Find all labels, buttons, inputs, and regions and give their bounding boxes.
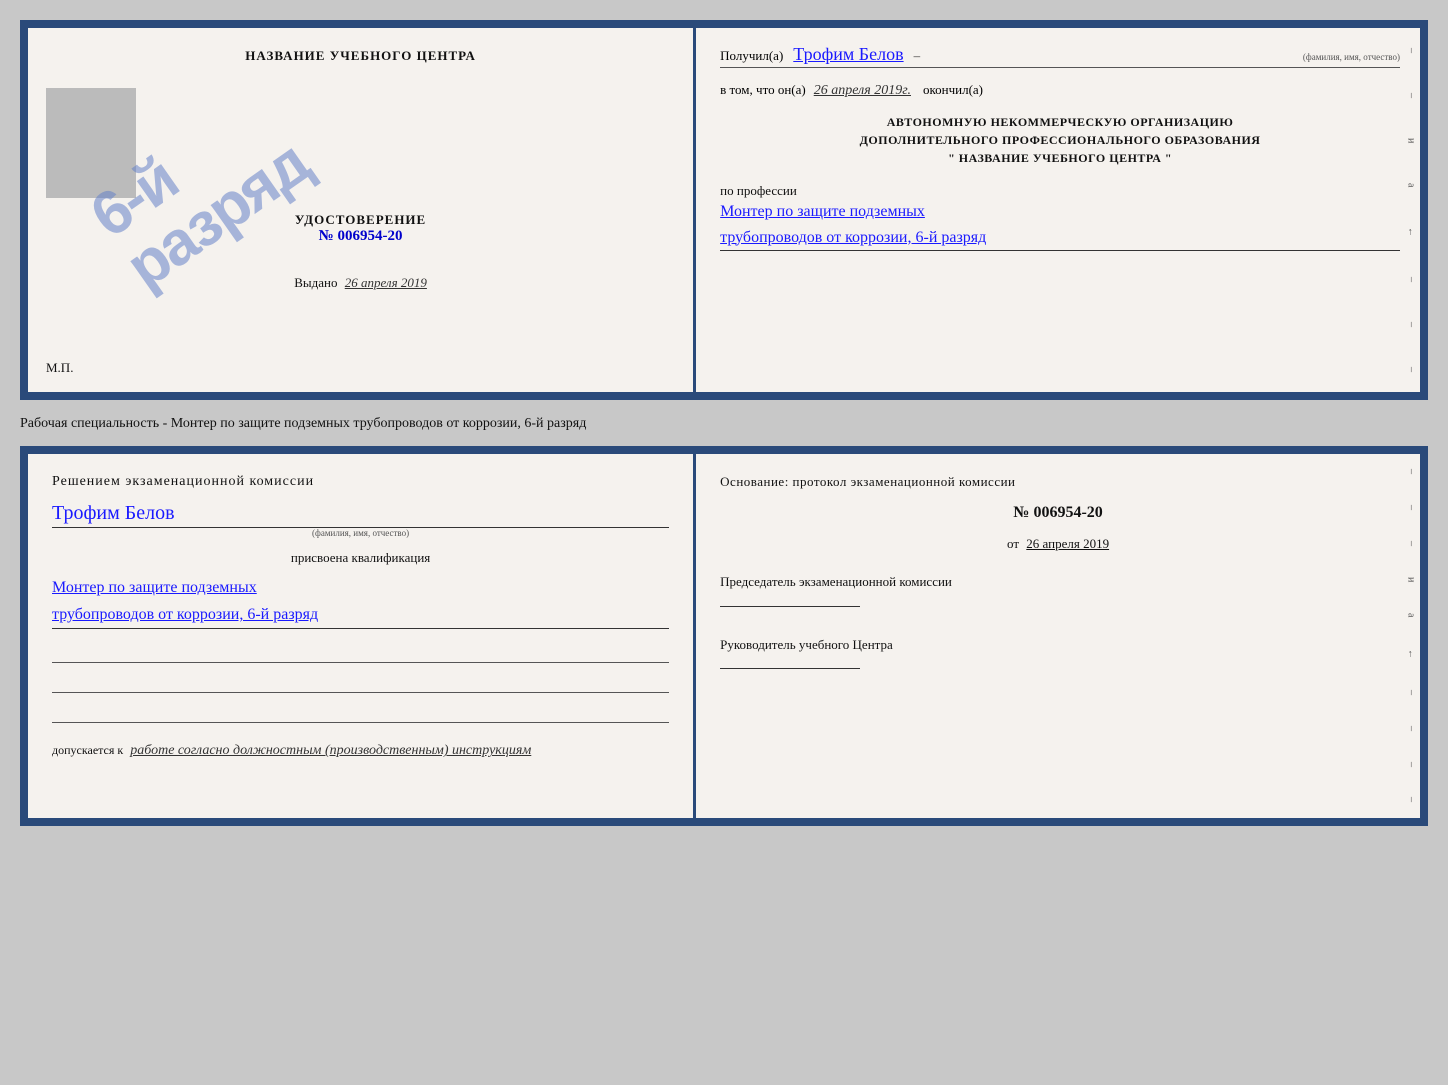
- udost-number: № 006954-20: [295, 228, 426, 245]
- dopuskaetsya-block: допускается к работе согласно должностны…: [52, 743, 669, 759]
- bottom-edge-7: –: [1405, 690, 1416, 695]
- page-wrapper: НАЗВАНИЕ УЧЕБНОГО ЦЕНТРА 6-йразряд УДОСТ…: [20, 20, 1428, 826]
- org-name: " НАЗВАНИЕ УЧЕБНОГО ЦЕНТРА ": [720, 149, 1400, 167]
- right-edge-marks-top: – – и а ← – – –: [1402, 28, 1420, 392]
- fio-label-top: (фамилия, имя, отчество): [1303, 52, 1400, 62]
- udostoverenie-block: УДОСТОВЕРЕНИЕ № 006954-20: [295, 212, 426, 245]
- vtom-row: в том, что он(а) 26 апреля 2019г. окончи…: [720, 82, 1400, 99]
- bottom-cert-left: Решением экзаменационной комиссии Трофим…: [28, 454, 696, 818]
- profession-bottom-line2: трубопроводов от коррозии, 6-й разряд: [52, 601, 669, 629]
- mp-label: М.П.: [46, 360, 73, 376]
- udost-label: УДОСТОВЕРЕНИЕ: [295, 212, 426, 228]
- okonchil-label: окончил(а): [923, 82, 983, 98]
- bottom-fio-label: (фамилия, имя, отчество): [52, 528, 669, 538]
- poluchil-label: Получил(а): [720, 48, 783, 64]
- profession-bottom-block: Монтер по защите подземных трубопроводов…: [52, 574, 669, 629]
- bottom-edge-9: –: [1405, 762, 1416, 767]
- top-cert-title: НАЗВАНИЕ УЧЕБНОГО ЦЕНТРА: [245, 48, 476, 64]
- edge-mark-4: а: [1405, 183, 1416, 187]
- prisvoyena-label: присвоена квалификация: [52, 550, 669, 566]
- org-line2: ДОПОЛНИТЕЛЬНОГО ПРОФЕССИОНАЛЬНОГО ОБРАЗО…: [720, 131, 1400, 149]
- vydano-date: 26 апреля 2019: [345, 275, 427, 290]
- bottom-certificate: Решением экзаменационной комиссии Трофим…: [20, 446, 1428, 826]
- bottom-name-block: Трофим Белов (фамилия, имя, отчество): [52, 502, 669, 538]
- po-professii-block: по профессии Монтер по защите подземных …: [720, 183, 1400, 251]
- bottom-edge-4: и: [1405, 577, 1416, 582]
- blank-line-1: [52, 645, 669, 663]
- edge-mark-2: –: [1405, 93, 1416, 98]
- specialty-line: Рабочая специальность - Монтер по защите…: [20, 412, 1428, 434]
- vtom-date: 26 апреля 2019г.: [814, 83, 911, 99]
- protocol-number: № 006954-20: [720, 504, 1396, 522]
- poluchil-name: Трофим Белов: [793, 44, 903, 65]
- vtom-label: в том, что он(а): [720, 82, 806, 98]
- top-cert-left: НАЗВАНИЕ УЧЕБНОГО ЦЕНТРА 6-йразряд УДОСТ…: [28, 28, 696, 392]
- vydano-line: Выдано 26 апреля 2019: [294, 275, 427, 291]
- specialty-text: Рабочая специальность - Монтер по защите…: [20, 416, 586, 431]
- blank-line-3: [52, 705, 669, 723]
- predsedatel-signature-line: [720, 606, 860, 607]
- top-cert-right: Получил(а) Трофим Белов – (фамилия, имя,…: [696, 28, 1420, 392]
- profession-bottom-line1: Монтер по защите подземных: [52, 574, 669, 601]
- bottom-cert-right: Основание: протокол экзаменационной коми…: [696, 454, 1420, 818]
- dopuskaetsya-label: допускается к: [52, 743, 123, 757]
- rukovoditel-label: Руководитель учебного Центра: [720, 635, 1396, 655]
- org-block: АВТОНОМНУЮ НЕКОММЕРЧЕСКУЮ ОРГАНИЗАЦИЮ ДО…: [720, 113, 1400, 167]
- po-professii-label: по профессии: [720, 183, 1400, 199]
- bottom-edge-6: ←: [1405, 649, 1416, 659]
- dopuskaetsya-text: работе согласно должностным (производств…: [130, 743, 531, 758]
- bottom-edge-8: –: [1405, 726, 1416, 731]
- vydano-label: Выдано: [294, 275, 337, 290]
- ot-label: от: [1007, 536, 1019, 551]
- poluchil-row: Получил(а) Трофим Белов – (фамилия, имя,…: [720, 44, 1400, 68]
- edge-mark-5: ←: [1405, 227, 1416, 237]
- right-edge-marks-bottom: – – – и а ← – – – –: [1402, 454, 1420, 818]
- dash-separator: –: [914, 48, 921, 64]
- osnovanie-label: Основание: протокол экзаменационной коми…: [720, 474, 1396, 490]
- photo-placeholder: [46, 88, 136, 198]
- ot-date: 26 апреля 2019: [1026, 536, 1109, 551]
- ot-date-row: от 26 апреля 2019: [720, 536, 1396, 552]
- profession-line1-top: Монтер по защите подземных: [720, 199, 1400, 225]
- bottom-edge-3: –: [1405, 541, 1416, 546]
- edge-mark-7: –: [1405, 322, 1416, 327]
- resheniem-text: Решением экзаменационной комиссии: [52, 474, 669, 490]
- rukovoditel-signature-line: [720, 668, 860, 669]
- rukovoditel-block: Руководитель учебного Центра: [720, 635, 1396, 672]
- bottom-edge-5: а: [1405, 613, 1416, 617]
- bottom-edge-1: –: [1405, 469, 1416, 474]
- edge-mark-8: –: [1405, 367, 1416, 372]
- profession-line2-top: трубопроводов от коррозии, 6-й разряд: [720, 225, 1400, 252]
- bottom-name: Трофим Белов: [52, 502, 669, 528]
- predsedatel-label: Председатель экзаменационной комиссии: [720, 572, 1396, 592]
- top-certificate: НАЗВАНИЕ УЧЕБНОГО ЦЕНТРА 6-йразряд УДОСТ…: [20, 20, 1428, 400]
- bottom-edge-10: –: [1405, 797, 1416, 802]
- org-line1: АВТОНОМНУЮ НЕКОММЕРЧЕСКУЮ ОРГАНИЗАЦИЮ: [720, 113, 1400, 131]
- edge-mark-1: –: [1405, 48, 1416, 53]
- predsedatel-block: Председатель экзаменационной комиссии: [720, 572, 1396, 609]
- edge-mark-3: и: [1405, 138, 1416, 143]
- bottom-edge-2: –: [1405, 505, 1416, 510]
- blank-line-2: [52, 675, 669, 693]
- edge-mark-6: –: [1405, 277, 1416, 282]
